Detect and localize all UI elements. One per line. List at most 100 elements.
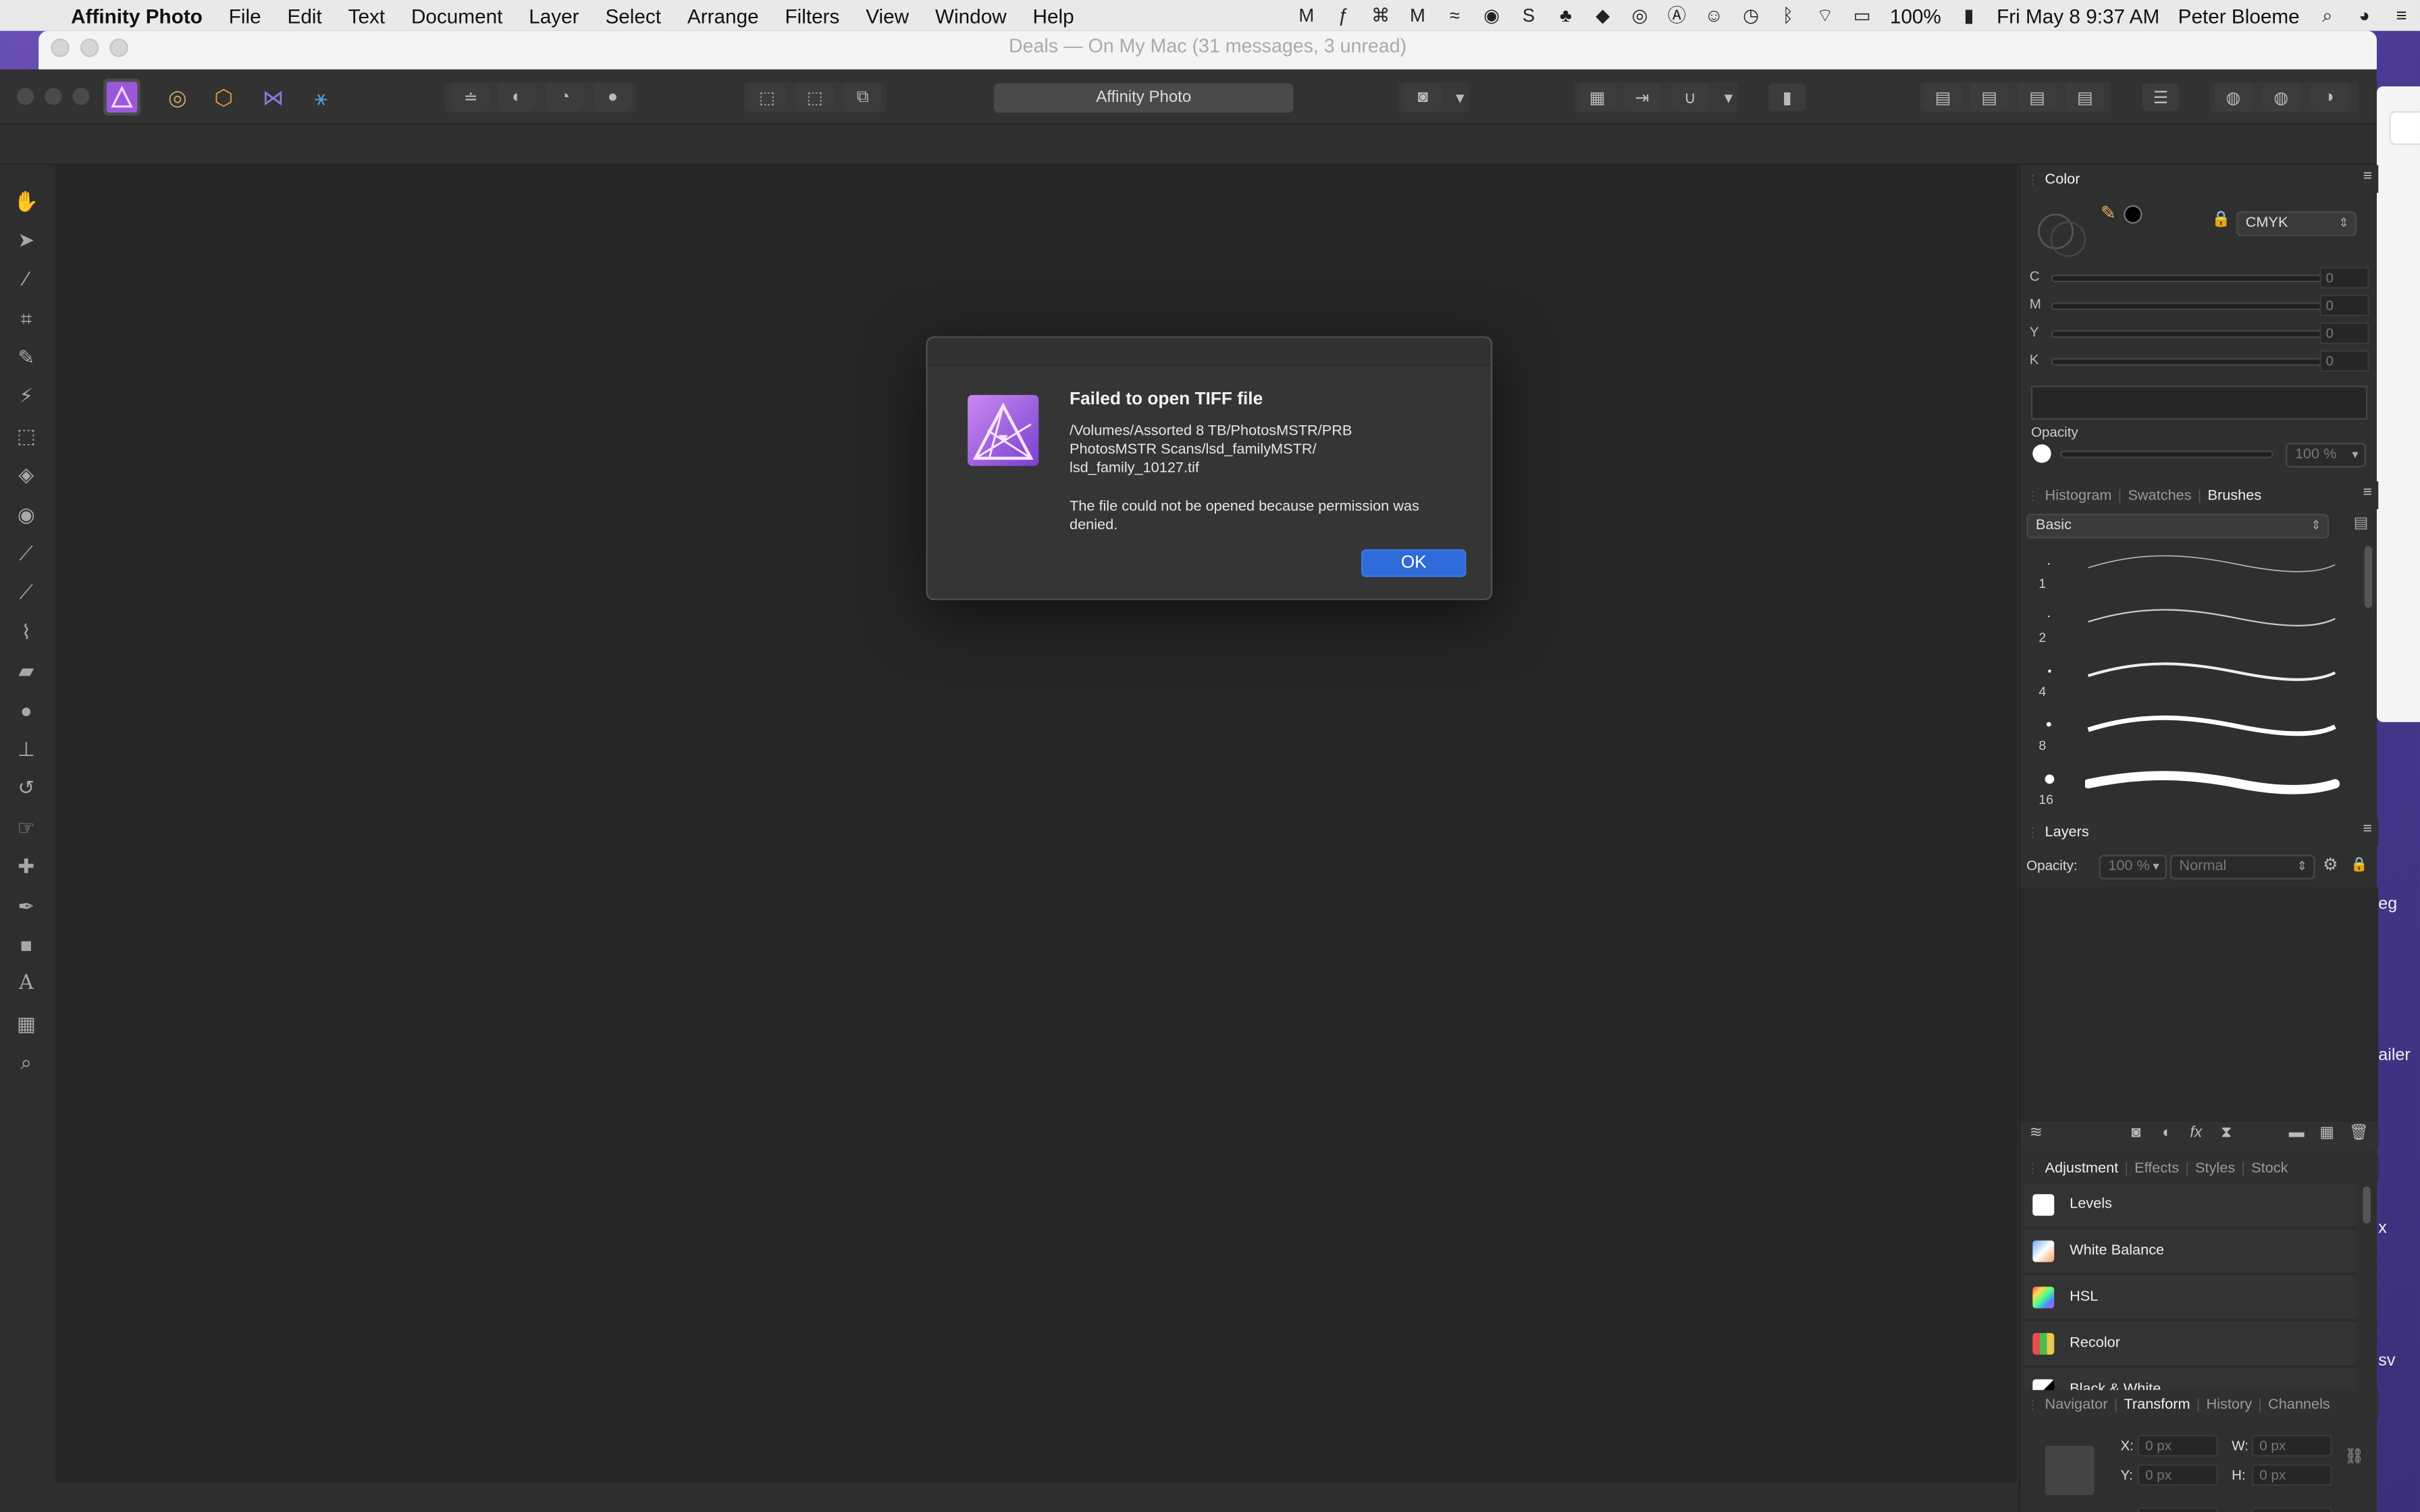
grip-icon[interactable]: ⋮ bbox=[2026, 825, 2038, 839]
photo-persona-icon[interactable] bbox=[103, 78, 140, 116]
brush-item[interactable]: 4 bbox=[2024, 651, 2355, 705]
select-all-icon[interactable]: ⬚ bbox=[748, 83, 786, 111]
brush-item[interactable]: 2 bbox=[2024, 597, 2355, 651]
rotation-field[interactable]: 0 ° ▾ bbox=[2137, 1507, 2218, 1512]
magenta-value[interactable]: 0 bbox=[2319, 294, 2369, 317]
tab-styles[interactable]: Styles bbox=[2195, 1160, 2235, 1177]
smudge-tool-icon[interactable]: ☞ bbox=[12, 815, 40, 842]
airplay-icon[interactable]: ▭ bbox=[1848, 5, 1876, 26]
menu-arrange[interactable]: Arrange bbox=[687, 4, 759, 27]
document-title[interactable]: Affinity Photo bbox=[993, 83, 1294, 113]
color-wheel-icon[interactable] bbox=[2032, 205, 2088, 261]
panel-menu-icon[interactable]: ≡ bbox=[2363, 821, 2372, 838]
tab-layers[interactable]: Layers bbox=[2045, 823, 2089, 840]
marquee-tool-icon[interactable]: ⬚ bbox=[12, 423, 40, 450]
opacity-swatch[interactable] bbox=[2032, 444, 2051, 463]
rectangle-tool-icon[interactable]: ■ bbox=[12, 932, 40, 960]
add-shape-icon[interactable]: ◍ bbox=[2214, 83, 2252, 111]
add-layer-icon[interactable]: ▦ bbox=[2319, 1125, 2334, 1141]
clone-tool-icon[interactable]: ⊥ bbox=[12, 736, 40, 763]
subtract-shape-icon[interactable]: ◍ bbox=[2262, 83, 2300, 111]
background-window-edge[interactable] bbox=[2376, 86, 2420, 722]
menu-filters[interactable]: Filters bbox=[785, 4, 839, 27]
list-item[interactable]: Levels bbox=[2023, 1183, 2357, 1228]
live-filter-icon[interactable]: ⧗ bbox=[2221, 1125, 2232, 1141]
adjustment-scrollbar[interactable] bbox=[2363, 1186, 2371, 1224]
app-icon[interactable]: ⌘ bbox=[1367, 5, 1394, 26]
flood-select-tool-icon[interactable]: ⚡ bbox=[12, 383, 40, 410]
y-field[interactable]: 0 px bbox=[2137, 1464, 2218, 1486]
assistant-icon[interactable]: ▮ bbox=[1768, 83, 1806, 111]
opacity-field[interactable]: 100 % ▾ bbox=[2286, 442, 2366, 468]
align-icon[interactable]: ⇥ bbox=[1623, 83, 1661, 111]
lock-icon[interactable]: 🔒 bbox=[2211, 211, 2230, 228]
tab-brushes[interactable]: Brushes bbox=[2208, 487, 2262, 504]
menu-select[interactable]: Select bbox=[605, 4, 661, 27]
brush-category-select[interactable]: Basic ⇕ bbox=[2026, 514, 2330, 539]
magenta-track[interactable] bbox=[2051, 302, 2323, 310]
flood-fill-tool-icon[interactable]: ◈ bbox=[12, 461, 40, 489]
list-item[interactable]: Black & White bbox=[2023, 1368, 2357, 1390]
zoom-light-icon[interactable] bbox=[72, 88, 90, 105]
paint-brush-tool-icon[interactable]: ⟋ bbox=[12, 540, 40, 568]
tab-navigator[interactable]: Navigator bbox=[2045, 1395, 2108, 1412]
arrange-front-icon[interactable]: ▤ bbox=[2066, 83, 2104, 111]
auto-white-balance-icon[interactable]: ● bbox=[594, 83, 631, 111]
clock[interactable]: Fri May 8 9:37 AM bbox=[1997, 4, 2159, 27]
chevron-down-icon[interactable]: ▾ bbox=[1442, 83, 1479, 111]
width-field[interactable]: 0 px bbox=[2251, 1434, 2332, 1457]
wifi-icon[interactable]: ⌔ bbox=[1811, 5, 1839, 26]
brush-item[interactable]: 1 bbox=[2024, 543, 2355, 597]
ok-button[interactable]: OK bbox=[1361, 549, 1467, 577]
liquify-persona-icon[interactable]: ◎ bbox=[159, 79, 196, 116]
a-icon[interactable]: Ⓐ bbox=[1663, 5, 1691, 26]
black-slider[interactable]: K 0 bbox=[2030, 350, 2369, 372]
x-field[interactable]: 0 px bbox=[2137, 1434, 2218, 1457]
notification-center-icon[interactable]: ≡ bbox=[2388, 5, 2415, 26]
menu-help[interactable]: Help bbox=[1033, 4, 1074, 27]
battery-icon[interactable]: ▮ bbox=[1955, 5, 1982, 26]
brushes-scrollbar[interactable] bbox=[2364, 546, 2373, 608]
menu-window[interactable]: Window bbox=[935, 4, 1007, 27]
menu-view[interactable]: View bbox=[866, 4, 909, 27]
tab-histogram[interactable]: Histogram bbox=[2045, 487, 2112, 504]
undo-brush-tool-icon[interactable]: ↺ bbox=[12, 774, 40, 802]
alignment-icon[interactable]: ☰ bbox=[2142, 83, 2180, 111]
tone-mapping-persona-icon[interactable]: ⋈ bbox=[255, 79, 292, 116]
mask-icon[interactable]: ◙ bbox=[2132, 1125, 2141, 1141]
evernote-icon[interactable]: ♣ bbox=[1552, 5, 1579, 26]
time-machine-icon[interactable]: ◷ bbox=[1737, 5, 1765, 26]
brush-item[interactable]: 8 bbox=[2024, 705, 2355, 759]
gear-icon[interactable]: ⚙ bbox=[2323, 855, 2338, 875]
pixel-tool-icon[interactable]: ⌇ bbox=[12, 619, 40, 647]
tab-effects[interactable]: Effects bbox=[2134, 1160, 2179, 1177]
arrange-forward-icon[interactable]: ▤ bbox=[2018, 83, 2056, 111]
menu-file[interactable]: File bbox=[229, 4, 261, 27]
chevron-down-icon[interactable]: ▾ bbox=[1710, 83, 1747, 111]
siri-icon[interactable]: ◕ bbox=[2350, 5, 2378, 26]
arrange-backward-icon[interactable]: ▤ bbox=[1970, 83, 2008, 111]
eyedropper-icon[interactable]: ✎ bbox=[2101, 202, 2116, 223]
cyan-track[interactable] bbox=[2051, 274, 2323, 283]
brush-item[interactable]: 16 bbox=[2024, 759, 2355, 813]
move-tool-icon[interactable]: ➤ bbox=[12, 227, 40, 254]
grip-icon[interactable]: ⋮ bbox=[2026, 1161, 2038, 1175]
text-tool-icon[interactable]: A bbox=[12, 971, 40, 998]
bluetooth-icon[interactable]: ᛒ bbox=[1774, 5, 1801, 26]
color-preview-bar[interactable] bbox=[2030, 385, 2368, 420]
adjustment-icon[interactable]: ◐ bbox=[2162, 1125, 2172, 1141]
grip-icon[interactable]: ⋮ bbox=[2026, 1397, 2038, 1411]
tab-channels[interactable]: Channels bbox=[2268, 1395, 2330, 1412]
lock-icon[interactable]: 🔒 bbox=[2350, 857, 2368, 873]
list-item[interactable]: HSL bbox=[2023, 1276, 2357, 1321]
menu-text[interactable]: Text bbox=[348, 4, 385, 27]
yellow-slider[interactable]: Y 0 bbox=[2030, 322, 2369, 344]
folder-icon[interactable]: ▬ bbox=[2289, 1125, 2305, 1141]
color-replacement-tool-icon[interactable]: ⟋ bbox=[12, 578, 40, 606]
cyan-value[interactable]: 0 bbox=[2319, 267, 2369, 289]
erase-tool-icon[interactable]: ▰ bbox=[12, 657, 40, 685]
menu-layer[interactable]: Layer bbox=[529, 4, 579, 27]
user-name[interactable]: Peter Bloeme bbox=[2178, 4, 2300, 27]
layers-list[interactable] bbox=[2020, 887, 2379, 1122]
panel-menu-icon[interactable]: ≡ bbox=[2363, 168, 2372, 185]
